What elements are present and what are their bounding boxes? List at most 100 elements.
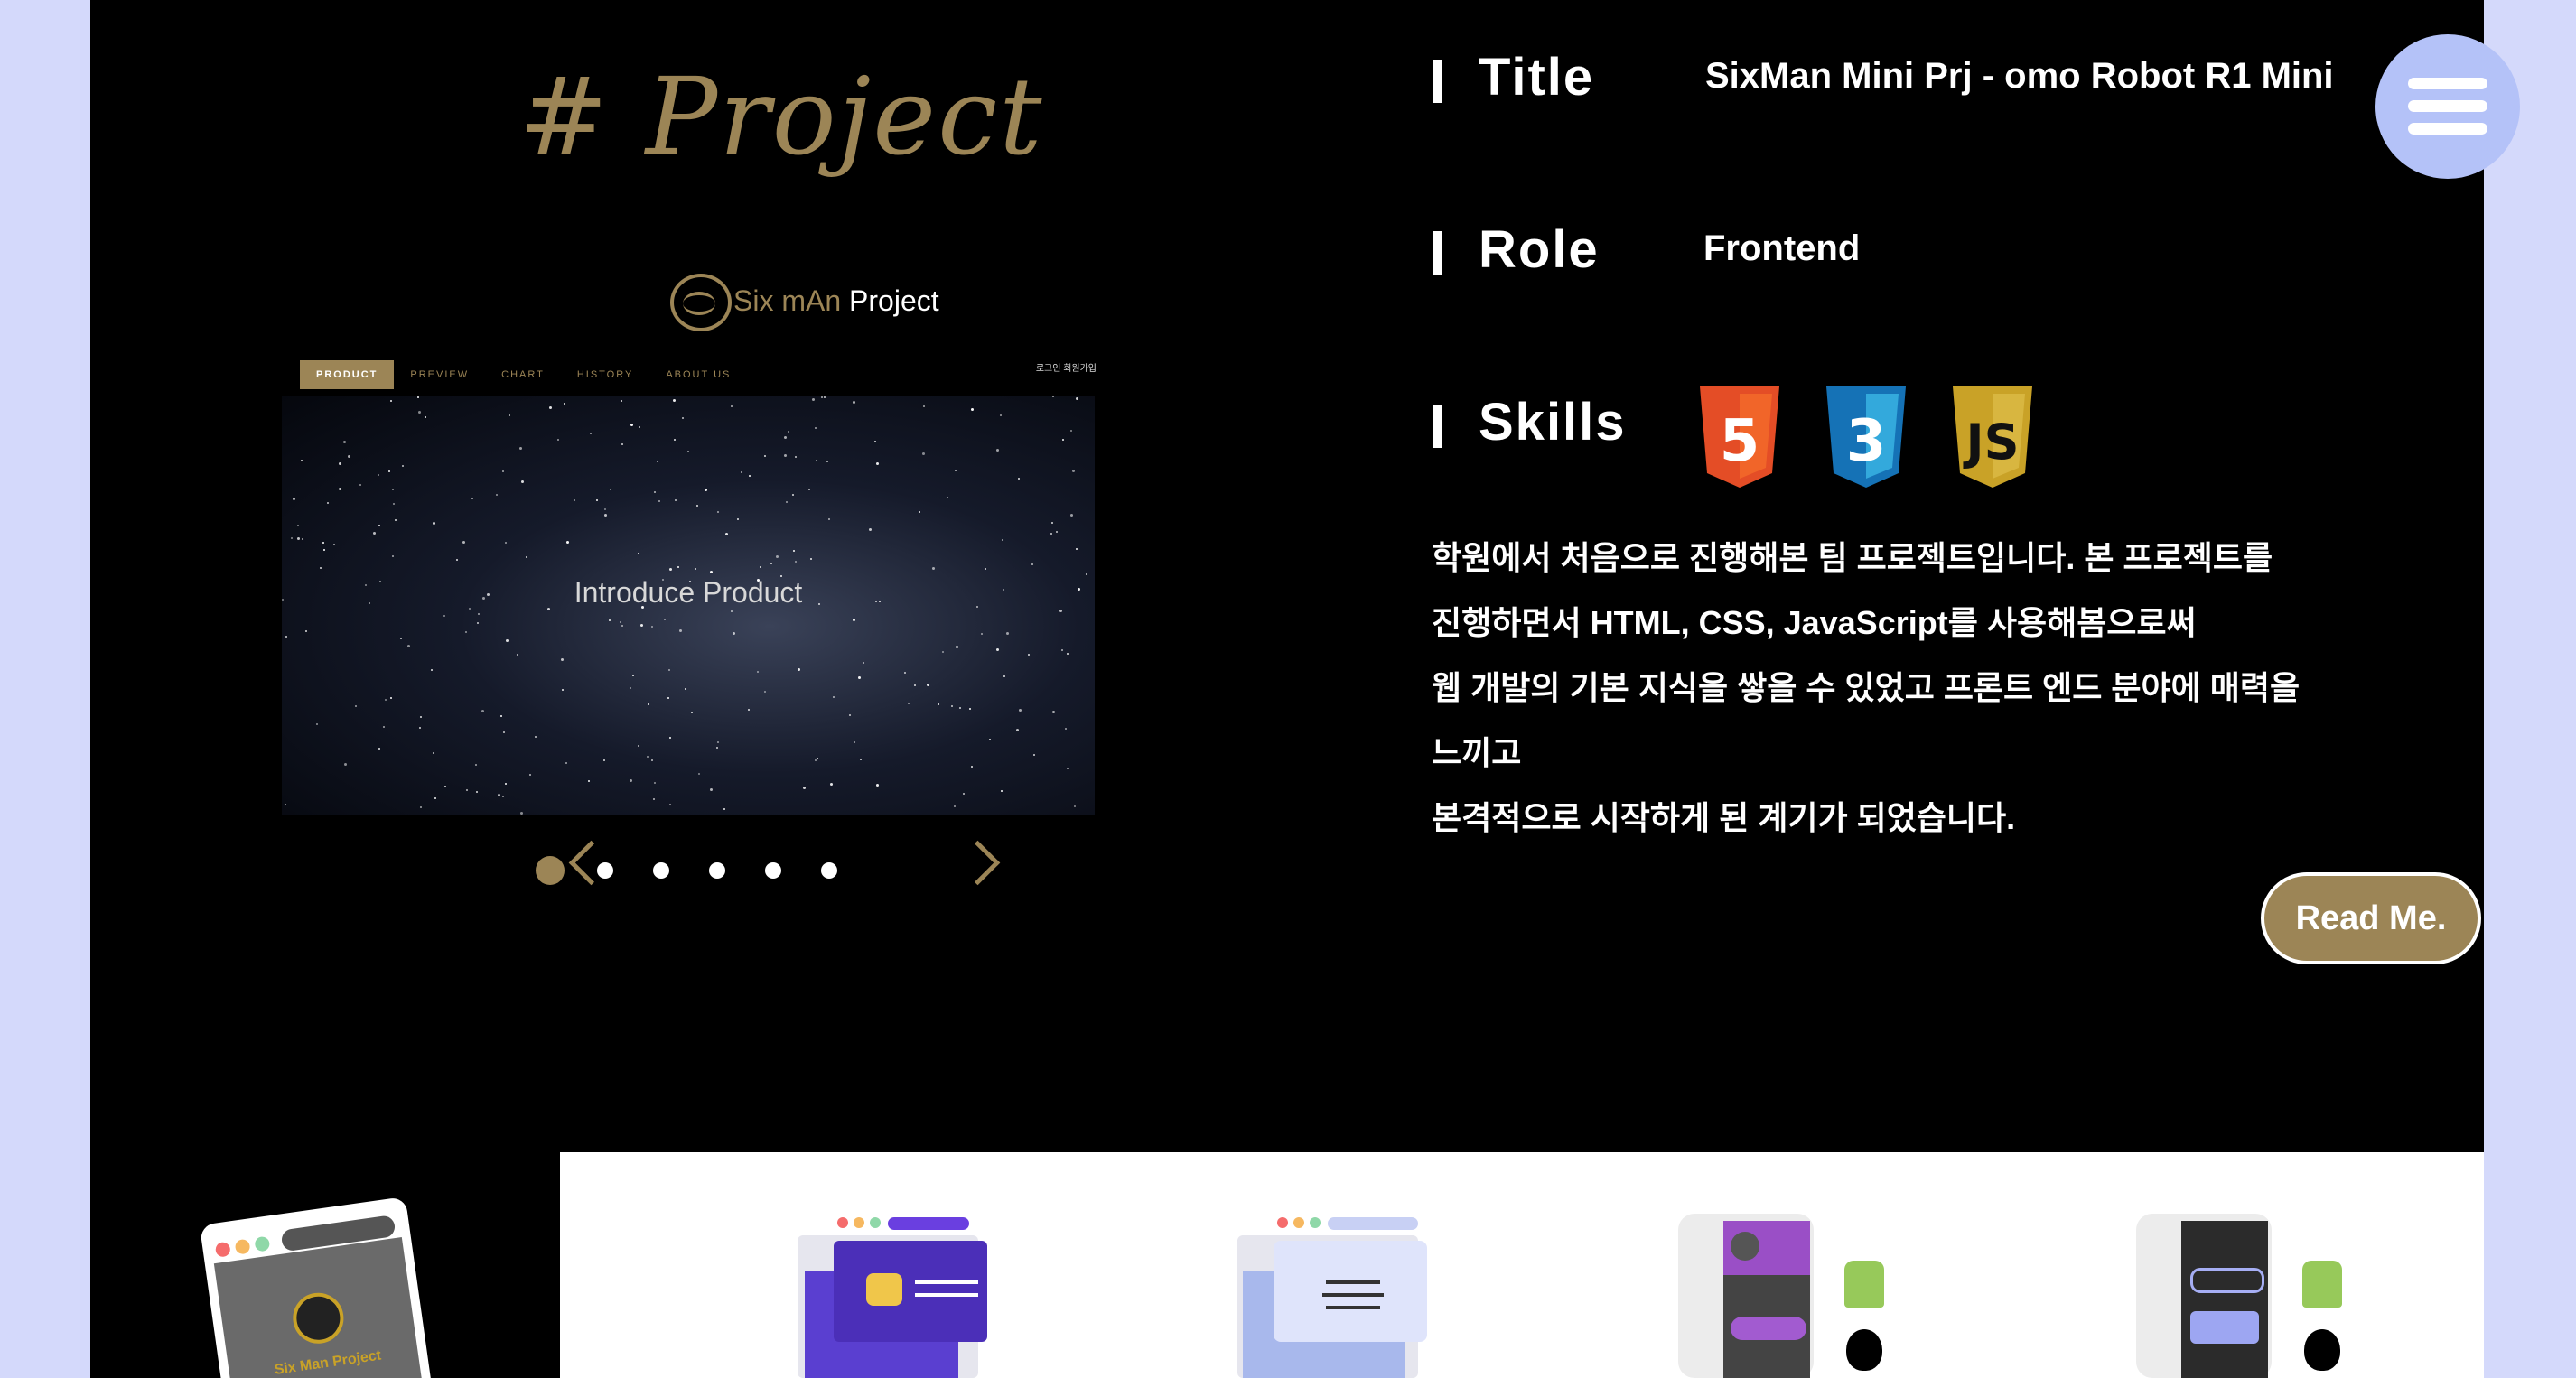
preview-star <box>749 475 751 477</box>
carousel-dot[interactable] <box>653 862 669 879</box>
preview-star <box>418 411 421 414</box>
preview-star <box>818 603 820 605</box>
preview-star <box>557 439 559 441</box>
preview-star <box>869 528 872 531</box>
preview-nav-item: ABOUT US <box>666 369 732 380</box>
preview-star <box>1002 539 1003 541</box>
project-thumb-3[interactable] <box>1237 1217 1436 1378</box>
preview-star <box>433 752 434 754</box>
preview-star <box>658 500 660 502</box>
carousel-dot[interactable] <box>821 862 837 879</box>
preview-star <box>297 525 299 526</box>
preview-logo-icon <box>670 274 732 331</box>
preview-star <box>378 474 379 476</box>
preview-star <box>947 497 948 498</box>
preview-star <box>876 784 879 787</box>
project-thumb-4[interactable] <box>1678 1214 1895 1378</box>
preview-star <box>833 696 835 698</box>
preview-star <box>691 712 693 713</box>
preview-star <box>860 759 862 760</box>
preview-star <box>725 533 728 535</box>
preview-star <box>395 519 397 521</box>
carousel-dot[interactable] <box>709 862 725 879</box>
preview-star <box>477 622 479 624</box>
preview-star <box>1028 654 1030 656</box>
preview-star <box>667 697 669 699</box>
preview-star <box>669 568 672 571</box>
preview-star <box>476 791 478 793</box>
preview-star <box>919 511 920 513</box>
preview-star <box>475 764 477 766</box>
preview-star <box>673 399 676 402</box>
preview-brand-sub: Project <box>849 284 939 317</box>
carousel-next-icon[interactable] <box>955 840 1001 886</box>
preview-star <box>717 741 719 743</box>
preview-star <box>1070 430 1072 432</box>
preview-star <box>1001 790 1003 792</box>
preview-star <box>1067 768 1069 769</box>
preview-brand-main: Six mAn <box>733 284 842 317</box>
preview-star <box>985 568 986 570</box>
project-thumb-active[interactable]: Six Man Project <box>199 1196 434 1378</box>
project-thumb-2[interactable] <box>798 1217 996 1378</box>
preview-star <box>669 737 671 739</box>
project-section: # Project Six mAn Project PRODUCT PREVIE… <box>90 0 2484 1378</box>
preview-star <box>812 398 815 401</box>
preview-star <box>1061 649 1063 651</box>
preview-star <box>456 559 458 561</box>
apple-icon <box>1846 1329 1882 1371</box>
preview-star <box>808 489 810 490</box>
preview-nav-item: PREVIEW <box>410 369 470 380</box>
title-label: Title <box>1479 48 1595 107</box>
preview-star <box>574 499 575 501</box>
preview-star <box>519 447 522 450</box>
preview-star <box>669 804 671 805</box>
preview-star <box>521 480 524 483</box>
carousel-dot[interactable] <box>597 862 613 879</box>
preview-nav-item: HISTORY <box>576 369 634 380</box>
title-bar <box>1433 60 1442 103</box>
preview-star <box>517 654 518 656</box>
preview-star <box>784 436 787 439</box>
preview-star <box>322 542 324 544</box>
carousel-dot[interactable] <box>765 862 781 879</box>
role-label: Role <box>1479 220 1600 279</box>
preview-star <box>388 470 390 472</box>
carousel-dot[interactable] <box>536 856 565 885</box>
preview-star <box>509 414 510 416</box>
preview-star <box>733 632 735 635</box>
role-value: Frontend <box>1703 228 1861 268</box>
preview-star <box>757 671 759 673</box>
preview-star <box>662 579 664 581</box>
preview-star <box>379 581 381 582</box>
preview-star <box>815 759 817 761</box>
preview-star <box>826 461 828 462</box>
read-me-button[interactable]: Read Me. <box>2261 872 2481 964</box>
preview-star <box>737 518 739 520</box>
preview-star <box>502 470 504 472</box>
preview-star <box>1031 563 1033 565</box>
description-line: 웹 개발의 기본 지식을 쌓을 수 있었고 프론트 엔드 분야에 매력을 <box>1432 669 2301 706</box>
preview-star <box>471 498 473 499</box>
project-thumb-5[interactable] <box>2136 1214 2353 1378</box>
preview-star <box>824 396 826 398</box>
preview-star <box>1062 439 1064 441</box>
menu-button[interactable] <box>2375 34 2520 179</box>
preview-star <box>526 556 527 558</box>
skills-bar <box>1433 405 1442 448</box>
preview-star <box>858 676 861 679</box>
preview-star <box>776 555 779 558</box>
preview-star <box>566 541 569 544</box>
preview-star <box>786 501 788 503</box>
preview-star <box>481 710 484 712</box>
preview-star <box>535 736 537 738</box>
preview-star <box>854 741 855 743</box>
html5-label: 5 <box>1720 408 1760 475</box>
preview-star <box>433 522 435 525</box>
preview-star <box>830 783 833 786</box>
preview-star <box>632 675 634 676</box>
preview-star <box>549 406 552 409</box>
preview-star <box>1070 514 1073 517</box>
preview-star <box>717 511 719 513</box>
preview-star <box>710 788 713 791</box>
